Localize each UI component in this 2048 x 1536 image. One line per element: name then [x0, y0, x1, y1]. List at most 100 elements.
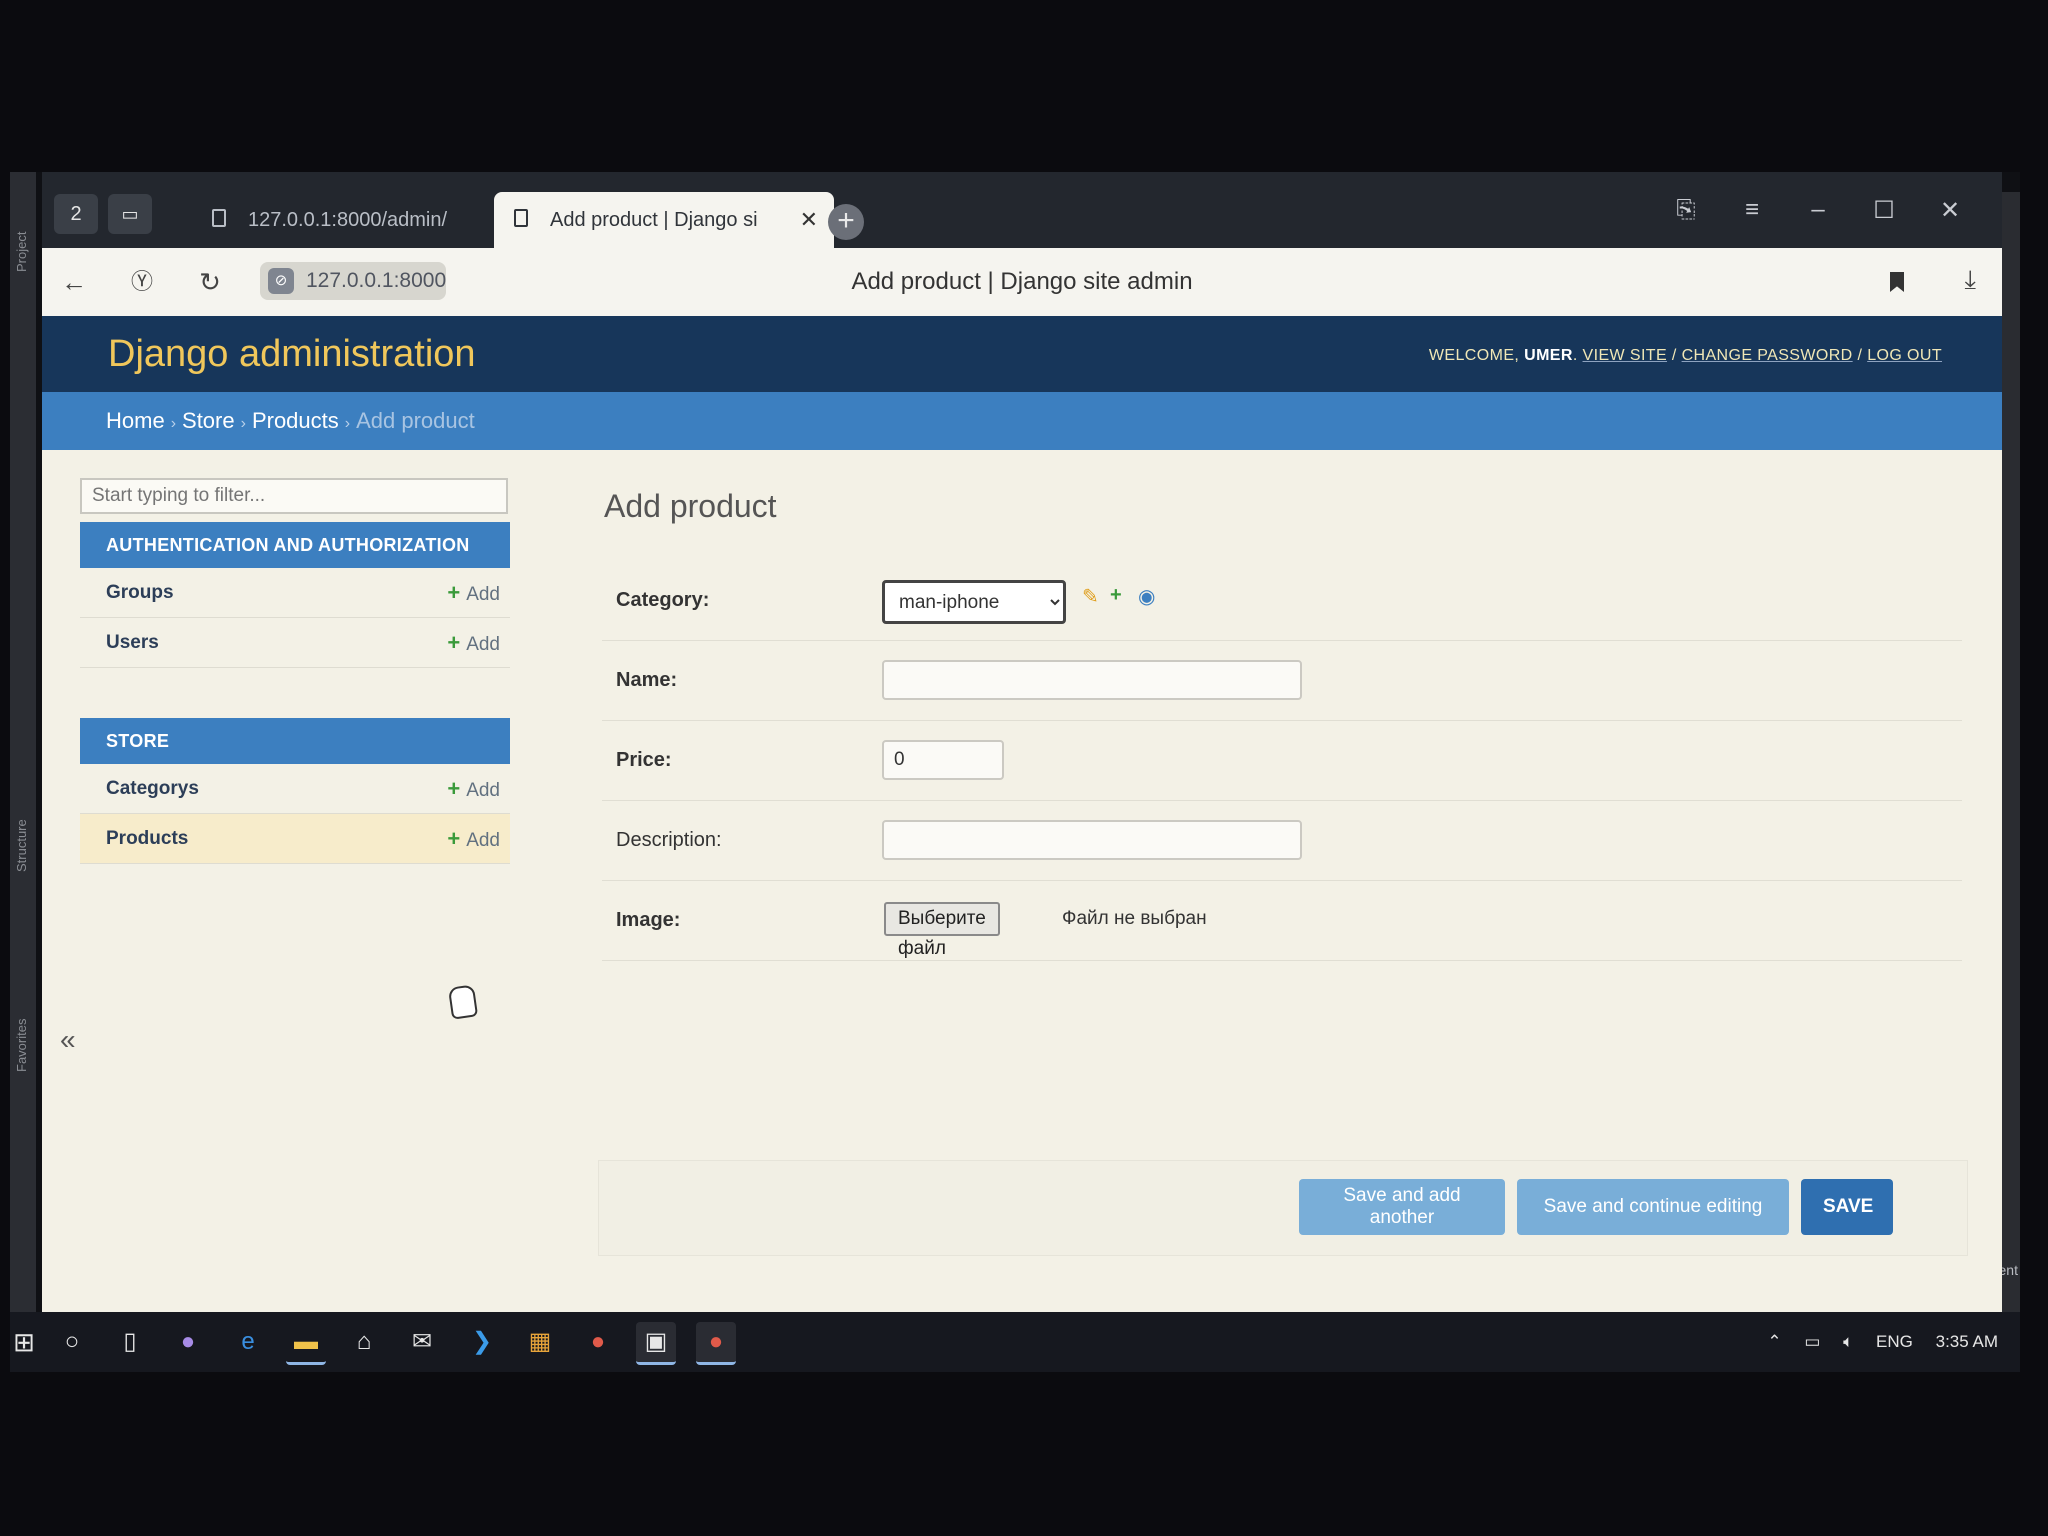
price-input[interactable]	[882, 740, 1004, 780]
sidebar-collapse-toggle[interactable]: «	[60, 1024, 76, 1056]
module-store-caption[interactable]: STORE	[80, 718, 510, 764]
search-icon[interactable]: ○	[52, 1322, 92, 1362]
model-link-groups[interactable]: Groups	[106, 568, 174, 618]
address-bar: Add product | Django site admin ← Ⓨ ↻ ⊘ …	[42, 248, 2002, 317]
add-label: Add	[466, 584, 500, 605]
price-row: Price:	[602, 720, 1962, 801]
network-icon[interactable]: ▭	[1804, 1332, 1820, 1351]
system-tray: ⌃ ▭ 🔈︎ ENG 3:35 AM	[1749, 1312, 1998, 1372]
breadcrumb-home[interactable]: Home	[106, 408, 165, 433]
sidebar-item-products[interactable]: Products + Add	[80, 814, 510, 864]
back-icon[interactable]: ←	[54, 262, 94, 302]
add-products-link[interactable]: + Add	[447, 814, 500, 866]
tabs-panel-icon[interactable]: ▭	[108, 194, 152, 234]
store-icon[interactable]: ⌂	[344, 1322, 384, 1362]
add-label: Add	[466, 780, 500, 801]
tab-admin[interactable]: 127.0.0.1:8000/admin/	[192, 192, 492, 248]
maximize-icon[interactable]: ☐	[1864, 196, 1904, 225]
chevron-up-icon[interactable]: ⌃	[1767, 1332, 1781, 1351]
ide-structure-tab[interactable]: Structure	[14, 819, 29, 872]
url-pill[interactable]: ⊘ 127.0.0.1:8000	[260, 262, 446, 300]
mail-icon[interactable]: ✉	[402, 1322, 442, 1362]
protect-icon[interactable]: Ⓨ	[122, 262, 162, 302]
model-link-products[interactable]: Products	[106, 814, 188, 864]
minimize-icon[interactable]: –	[1798, 196, 1838, 224]
change-password-link[interactable]: Change password	[1682, 347, 1853, 364]
add-categorys-link[interactable]: + Add	[447, 764, 500, 816]
vscode-icon[interactable]: ❯	[462, 1322, 502, 1362]
language-indicator[interactable]: ENG	[1876, 1332, 1913, 1351]
description-input[interactable]	[882, 820, 1302, 860]
user-tools: Welcome, UMER. View site / Change passwo…	[1428, 347, 1942, 364]
tab-label: Add product | Django si	[550, 209, 758, 231]
view-site-link[interactable]: View site	[1583, 347, 1668, 364]
tab-counter-button[interactable]: 2	[54, 194, 98, 234]
model-link-categorys[interactable]: Categorys	[106, 764, 199, 814]
close-tab-icon[interactable]: ✕	[800, 192, 818, 248]
submit-row: Save and add another Save and continue e…	[598, 1160, 1968, 1256]
photographed-screen: Project Structure Favorites Event 2 ▭ 12…	[10, 172, 2020, 1372]
reload-icon[interactable]: ↻	[190, 262, 230, 302]
plus-icon: +	[447, 776, 461, 801]
plus-icon: +	[447, 580, 461, 605]
document-icon	[212, 209, 226, 227]
close-window-icon[interactable]: ✕	[1930, 196, 1970, 225]
yandex-browser-icon[interactable]: ●	[696, 1322, 736, 1365]
new-tab-button[interactable]: +	[828, 204, 864, 240]
windows-taskbar: ⊞ ○ ▯ ● e ▬ ⌂ ✉ ❯ ▦ ● ▣ ● ⌃ ▭ 🔈︎ ENG 3:3…	[10, 1312, 2020, 1372]
site-branding[interactable]: Django administration	[108, 316, 476, 392]
model-link-users[interactable]: Users	[106, 618, 159, 668]
collections-icon[interactable]: ⎘	[1666, 196, 1706, 224]
breadcrumb-store[interactable]: Store	[182, 408, 235, 433]
yandex-icon[interactable]: ●	[578, 1322, 618, 1362]
image-row: Image: Выберите файл Файл не выбран	[602, 880, 1962, 961]
username: UMER	[1524, 347, 1573, 364]
name-input[interactable]	[882, 660, 1302, 700]
sidebar-item-categorys[interactable]: Categorys + Add	[80, 764, 510, 814]
view-related-icon[interactable]: ◉	[1138, 584, 1155, 609]
edit-related-icon[interactable]: ✎	[1082, 584, 1099, 609]
sidebar-item-users[interactable]: Users + Add	[80, 618, 510, 668]
breadcrumb-current: Add product	[356, 408, 475, 433]
tab-add-product[interactable]: Add product | Django si ✕	[494, 192, 834, 248]
description-row: Description:	[602, 800, 1962, 881]
app-grid-icon[interactable]: ▦	[520, 1322, 560, 1362]
save-and-continue-button[interactable]: Save and continue editing	[1517, 1179, 1789, 1235]
add-groups-link[interactable]: + Add	[447, 568, 500, 620]
browser-window: 2 ▭ 127.0.0.1:8000/admin/ Add product | …	[42, 172, 2002, 1312]
tab-label: 127.0.0.1:8000/admin/	[248, 209, 448, 231]
clock[interactable]: 3:35 AM	[1936, 1332, 1998, 1351]
ide-favorites-tab[interactable]: Favorites	[14, 1019, 29, 1072]
cortana-icon[interactable]: ●	[168, 1322, 208, 1362]
choose-file-button[interactable]: Выберите файл	[884, 902, 1000, 959]
ide-project-tab[interactable]: Project	[14, 232, 29, 272]
save-button[interactable]: SAVE	[1801, 1179, 1893, 1235]
file-status: Файл не выбран	[1062, 908, 1207, 929]
ide-side-panel: Project Structure Favorites	[10, 172, 36, 1312]
add-related-icon[interactable]: +	[1110, 584, 1122, 607]
task-view-icon[interactable]: ▯	[110, 1322, 150, 1362]
add-label: Add	[466, 634, 500, 655]
save-and-add-another-button[interactable]: Save and add another	[1299, 1179, 1505, 1235]
start-icon[interactable]: ⊞	[10, 1322, 44, 1362]
add-users-link[interactable]: + Add	[447, 618, 500, 670]
site-security-icon[interactable]: ⊘	[268, 268, 294, 294]
edge-icon[interactable]: e	[228, 1322, 268, 1362]
menu-icon[interactable]: ≡	[1732, 196, 1772, 224]
download-icon[interactable]: ⤓	[1965, 264, 1977, 296]
mouse-cursor-icon	[447, 984, 479, 1020]
main-content: Add product Category: man-iphone ✎ + ◉ N…	[562, 450, 1982, 1312]
volume-icon[interactable]: 🔈︎	[1843, 1332, 1853, 1351]
nav-filter-input[interactable]	[80, 478, 508, 514]
name-row: Name:	[602, 640, 1962, 721]
category-label: Category:	[616, 589, 710, 611]
category-select[interactable]: man-iphone	[882, 580, 1066, 624]
plus-icon: +	[447, 630, 461, 655]
file-explorer-icon[interactable]: ▬	[286, 1322, 326, 1365]
add-label: Add	[466, 830, 500, 851]
log-out-link[interactable]: Log out	[1867, 347, 1942, 364]
sidebar-item-groups[interactable]: Groups + Add	[80, 568, 510, 618]
breadcrumb-products[interactable]: Products	[252, 408, 339, 433]
pycharm-icon[interactable]: ▣	[636, 1322, 676, 1365]
module-auth-caption[interactable]: AUTHENTICATION AND AUTHORIZATION	[80, 522, 510, 568]
